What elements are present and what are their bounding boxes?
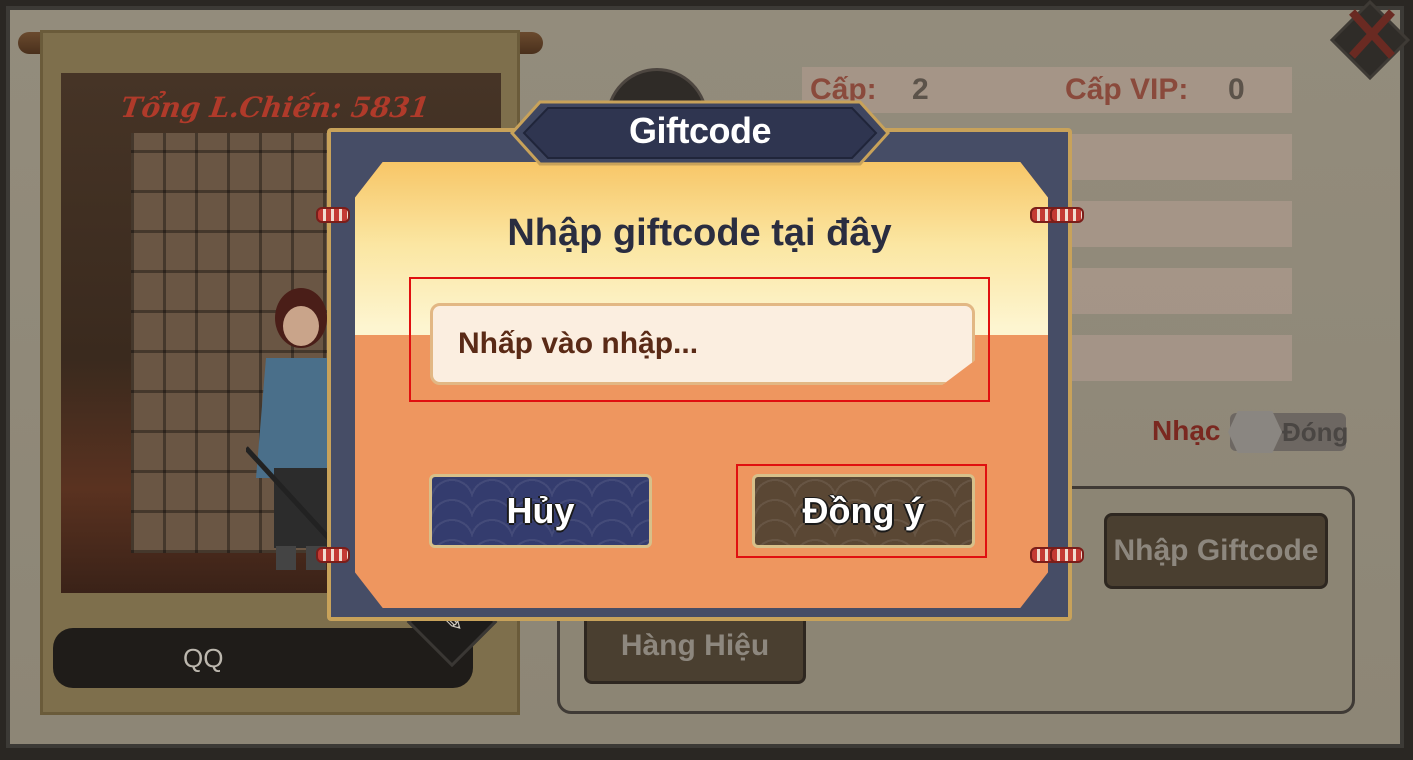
dialog-title: Giftcode [628, 110, 772, 151]
rope-decoration [1050, 547, 1084, 563]
rope-decoration [316, 547, 350, 563]
confirm-highlight-box [736, 464, 987, 558]
giftcode-prompt: Nhập giftcode tại đây [507, 212, 892, 254]
input-highlight-box [409, 277, 990, 402]
cancel-button[interactable]: Hủy [429, 474, 652, 548]
